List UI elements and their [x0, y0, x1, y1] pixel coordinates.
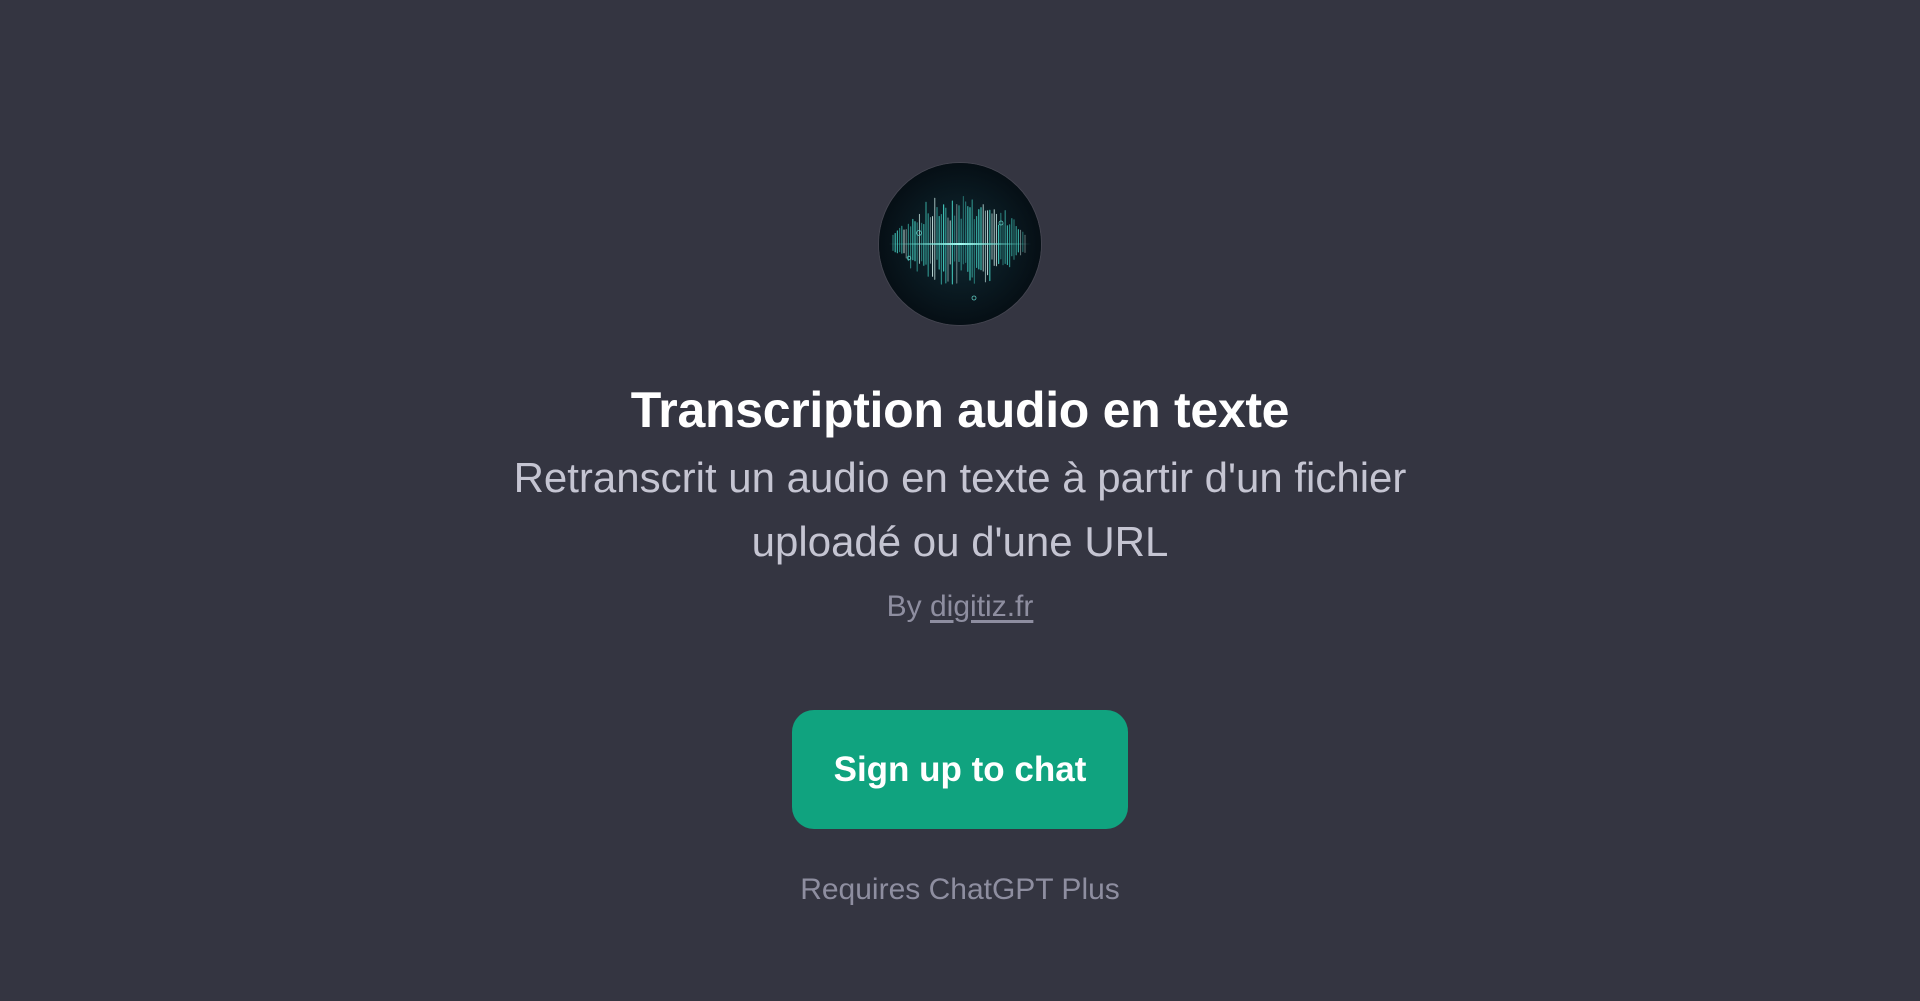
gpt-landing-page: Transcription audio en texte Retranscrit… — [0, 0, 1920, 1001]
gpt-avatar — [879, 163, 1041, 325]
author-byline: By digitiz.fr — [0, 588, 1920, 626]
author-link[interactable]: digitiz.fr — [930, 590, 1033, 623]
requirement-note: Requires ChatGPT Plus — [800, 873, 1120, 906]
byline-prefix: By — [886, 590, 922, 623]
gpt-title: Transcription audio en texte — [630, 382, 1290, 438]
sign-up-button[interactable]: Sign up to chat — [792, 710, 1128, 829]
sound-wave-icon — [879, 163, 1041, 325]
gpt-description: Retranscrit un audio en texte à partir d… — [513, 454, 1407, 565]
